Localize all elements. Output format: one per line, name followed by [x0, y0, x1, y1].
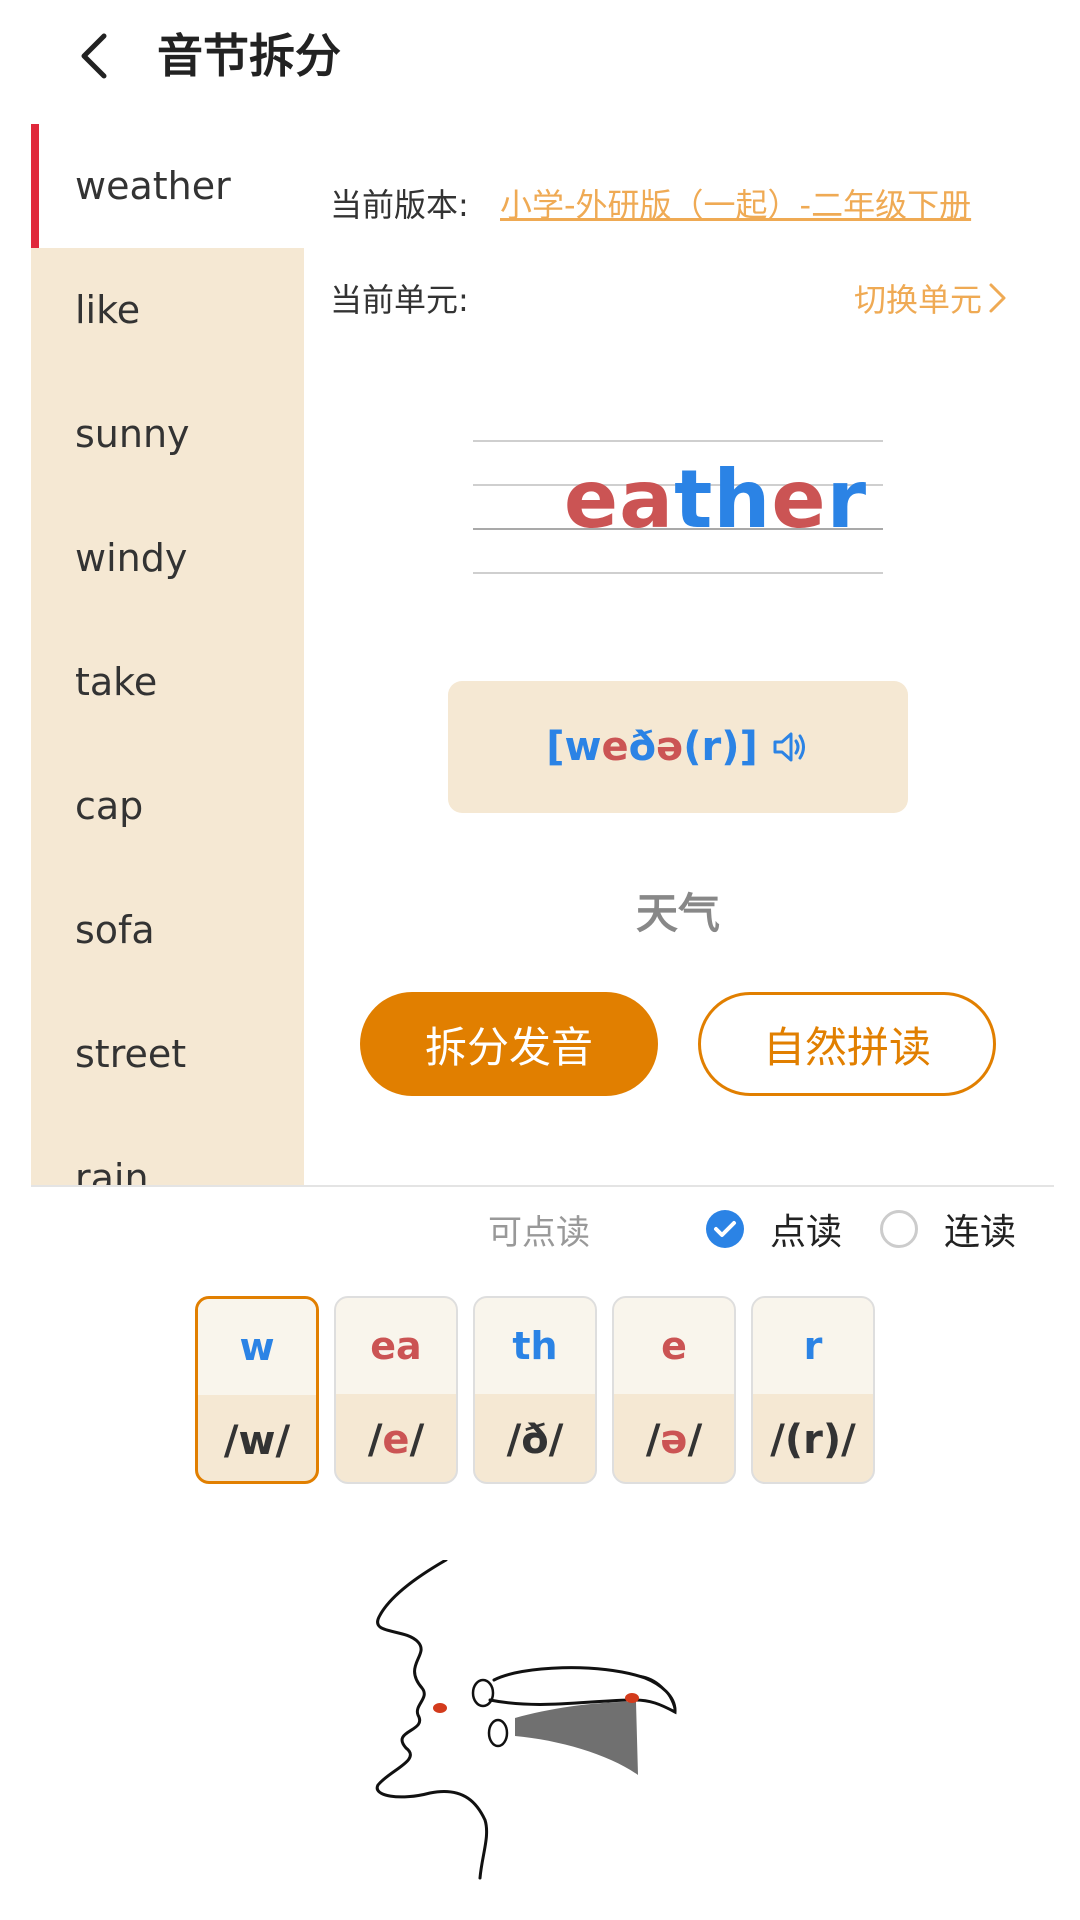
phonetic-part: e — [601, 724, 629, 770]
sidebar-item-like[interactable]: like — [31, 248, 304, 372]
sidebar-item-windy[interactable]: windy — [31, 496, 304, 620]
switch-unit-button[interactable]: 切换单元 — [854, 275, 1008, 321]
phoneme-card-ea[interactable]: ea / e / — [334, 1296, 458, 1484]
natural-phonics-button[interactable]: 自然拼读 — [698, 992, 996, 1096]
phonetic-part: ð — [628, 724, 657, 770]
mouth-articulation-illustration — [375, 1560, 677, 1880]
word-text: weather — [473, 450, 883, 550]
continuous-read-radio[interactable] — [880, 1210, 918, 1248]
sidebar-item-take[interactable]: take — [31, 620, 304, 744]
phoneme-ipa: / ə / — [614, 1394, 734, 1482]
phoneme-card-th[interactable]: th /ð/ — [473, 1296, 597, 1484]
word-part: th — [674, 453, 772, 546]
phoneme-ipa: / e / — [336, 1394, 456, 1482]
word-meaning: 天气 — [635, 889, 720, 938]
click-read-label[interactable]: 点读 — [770, 1203, 842, 1255]
phoneme-card-w[interactable]: w /w/ — [195, 1296, 319, 1484]
sidebar-item-sofa[interactable]: sofa — [31, 868, 304, 992]
switch-unit-label: 切换单元 — [853, 281, 982, 319]
phoneme-ipa: /w/ — [223, 1418, 291, 1464]
phoneme-ipa: /ð/ — [506, 1417, 564, 1463]
can-read-hint: 可点读 — [488, 1213, 590, 1253]
version-link[interactable]: 小学-外研版（一起）-二年级下册 — [500, 180, 971, 226]
ipa-part: e — [382, 1417, 410, 1463]
phoneme-letters: th — [475, 1298, 595, 1394]
chevron-left-icon — [81, 33, 107, 79]
split-pronunciation-button[interactable]: 拆分发音 — [360, 992, 658, 1096]
sidebar-item-sunny[interactable]: sunny — [31, 372, 304, 496]
divider — [31, 1185, 1054, 1187]
phoneme-letters: w — [198, 1299, 316, 1395]
word-part: ea — [563, 453, 675, 546]
phoneme-card-r[interactable]: r /(r)/ — [751, 1296, 875, 1484]
chevron-right-icon — [989, 283, 1006, 313]
phonetic-play-button[interactable]: [weðə(r)] — [448, 681, 908, 813]
sidebar-item-cap[interactable]: cap — [31, 744, 304, 868]
speaker-icon — [773, 732, 805, 762]
phoneme-letters: e — [614, 1298, 734, 1394]
check-icon — [714, 1221, 736, 1237]
writing-line — [473, 572, 883, 574]
back-button[interactable] — [70, 26, 120, 86]
ipa-part: ə — [660, 1417, 688, 1463]
ipa-part: / — [687, 1417, 703, 1463]
sidebar-item-rain[interactable]: rain — [31, 1116, 304, 1186]
phonetic-part: (r)] — [683, 724, 758, 770]
phonetic-part: ə — [656, 724, 684, 770]
word-display: weather — [473, 440, 883, 576]
sidebar-item-weather[interactable]: weather — [31, 124, 304, 248]
word-part: r — [826, 453, 868, 546]
word-sidebar[interactable]: weather like sunny windy take cap sofa s… — [31, 124, 304, 1186]
sidebar-item-street[interactable]: street — [31, 992, 304, 1116]
unit-label: 当前单元: — [330, 281, 469, 319]
header: 音节拆分 — [0, 0, 1080, 112]
phoneme-card-e[interactable]: e / ə / — [612, 1296, 736, 1484]
phoneme-letters: ea — [336, 1298, 456, 1394]
ipa-part: / — [409, 1417, 425, 1463]
ipa-part: / — [367, 1417, 383, 1463]
version-label: 当前版本: — [330, 186, 469, 224]
phoneme-letters: r — [753, 1298, 873, 1394]
continuous-read-label[interactable]: 连读 — [944, 1203, 1016, 1255]
word-part: e — [771, 453, 827, 546]
click-read-radio[interactable] — [706, 1210, 744, 1248]
writing-line — [473, 440, 883, 442]
page-title: 音节拆分 — [157, 29, 341, 83]
screen: 音节拆分 weather like sunny windy take cap s… — [0, 0, 1080, 1920]
phonetic-text: [weðə(r)] — [546, 724, 758, 770]
ipa-part: / — [645, 1417, 661, 1463]
phoneme-ipa: /(r)/ — [770, 1417, 856, 1463]
phonetic-part: [w — [546, 724, 602, 770]
